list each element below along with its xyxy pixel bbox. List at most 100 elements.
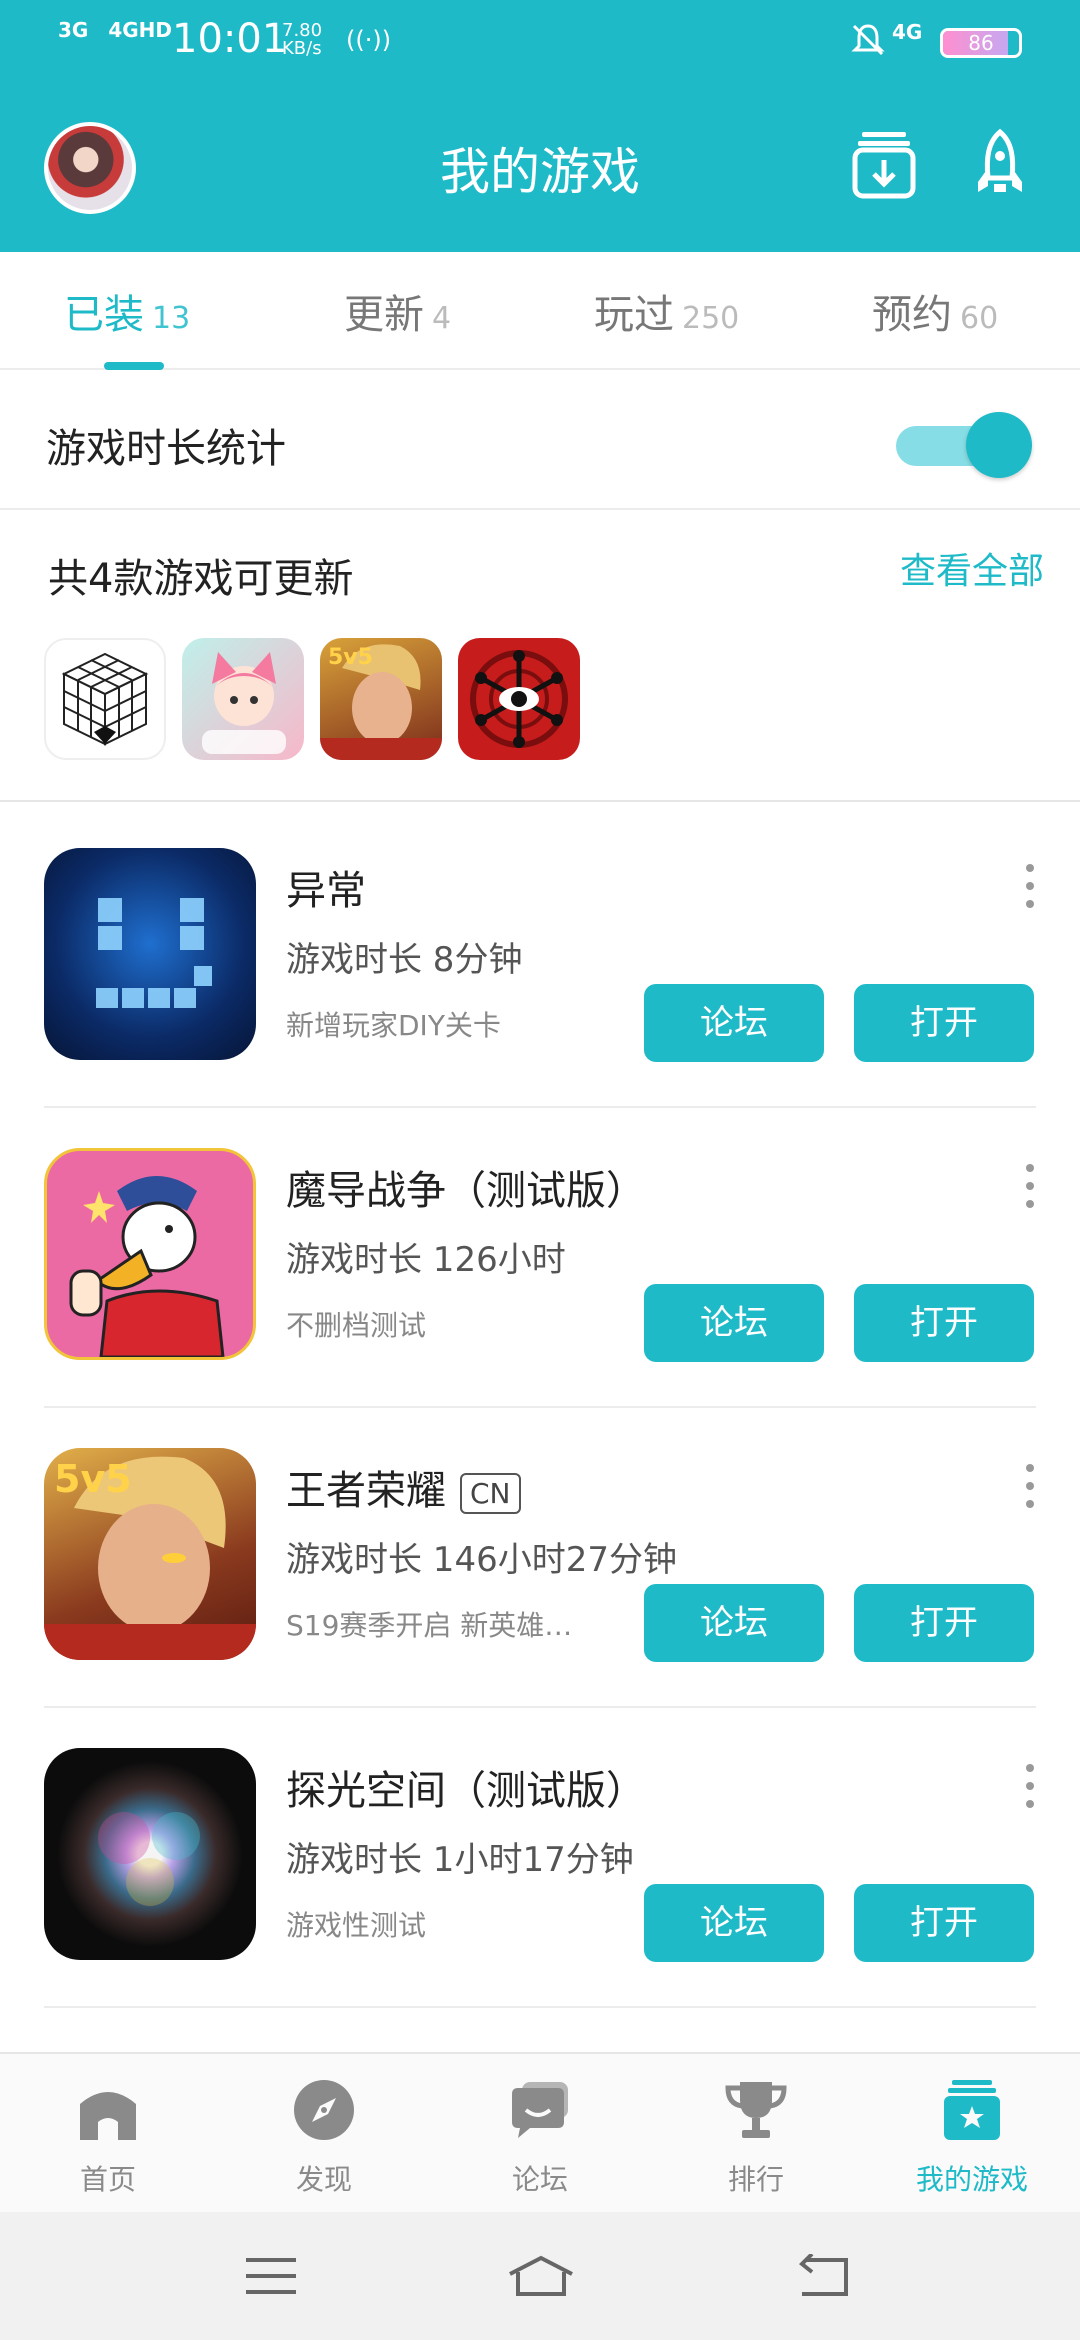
tab-reserved[interactable]: 预约 60 [872,282,998,340]
game-name: 王者荣耀 CN [286,1458,521,1516]
game-icon[interactable]: 5v5 [44,1448,256,1660]
pixel-face-icon [96,898,212,1008]
playtime-stats-toggle[interactable] [896,410,1034,478]
game-tabs: 已装 13 更新 4 玩过 250 预约 60 [0,252,1080,370]
svg-text:5v5: 5v5 [54,1457,132,1501]
nav-label: 首页 [79,2163,136,2196]
game-row[interactable]: 魔导战争（测试版） 游戏时长 126小时 不删档测试 论坛 打开 [0,1108,1080,1408]
update-game-icon-honor-of-kings[interactable]: 5v5 [320,638,442,760]
status-bar: 3G 4GHD 10:01 7.80 KB/s ((·)) 4G 86 [0,0,1080,84]
tab-installed[interactable]: 已装 13 [64,282,190,340]
open-button[interactable]: 打开 [854,1284,1034,1362]
forum-button[interactable]: 论坛 [644,1284,824,1362]
forum-button[interactable]: 论坛 [644,1584,824,1662]
battery-percent: 86 [968,31,994,55]
hero-portrait-icon: 5v5 [320,644,442,760]
clock: 10:01 [172,16,288,62]
tab-label: 更新 [344,292,424,338]
cat-girl-icon [202,652,286,754]
game-row[interactable]: 5v5 王者荣耀 CN 游戏时长 146小时27分钟 S19赛季开启 新英雄… 论… [0,1408,1080,1708]
forum-button[interactable]: 论坛 [644,984,824,1062]
nav-item-my-games[interactable]: 我的游戏 [902,2078,1042,2198]
row-divider [44,2006,1036,2008]
toggle-knob [966,412,1032,478]
tab-indicator [104,362,164,370]
nav-item-ranking[interactable]: 排行 [686,2078,826,2198]
update-game-icon-eye[interactable] [458,638,580,760]
menu-icon[interactable] [244,2254,298,2298]
game-playtime: 游戏时长 126小时 [286,1240,566,1280]
nav-item-home[interactable]: 首页 [38,2078,178,2198]
game-description: 游戏性测试 [286,1909,427,1942]
game-description: 新增玩家DIY关卡 [286,1009,501,1042]
mute-icon [851,24,885,56]
playtime-stats-label: 游戏时长统计 [46,426,286,472]
trophy-icon [725,2082,787,2138]
tab-count: 250 [682,301,740,336]
update-game-icon-cube[interactable] [44,638,166,760]
game-row[interactable]: 异常 游戏时长 8分钟 新增玩家DIY关卡 论坛 打开 [0,808,1080,1108]
app-header: 我的游戏 [0,84,1080,252]
tab-count: 60 [960,301,999,336]
nav-item-forum[interactable]: 论坛 [470,2078,610,2198]
hero-portrait-icon: 5v5 [44,1456,256,1660]
eye-icon [470,650,568,748]
game-row[interactable]: 探光空间（测试版） 游戏时长 1小时17分钟 游戏性测试 论坛 打开 [0,1708,1080,2008]
tab-label: 玩过 [594,292,674,338]
nav-label: 排行 [727,2163,784,2196]
signal-2-label: 4GHD [108,18,173,42]
nav-label: 论坛 [511,2163,568,2196]
page-title: 我的游戏 [440,143,640,201]
forum-button[interactable]: 论坛 [644,1884,824,1962]
home-icon [80,2092,136,2140]
open-button[interactable]: 打开 [854,1584,1034,1662]
tab-played[interactable]: 玩过 250 [594,282,739,340]
nav-label: 发现 [295,2163,352,2196]
tab-updates[interactable]: 更新 4 [344,282,451,340]
updates-title: 共4款游戏可更新 [48,556,354,602]
my-games-icon [944,2080,1000,2140]
svg-text:5v5: 5v5 [328,645,373,670]
nav-label: 我的游戏 [915,2163,1028,2196]
updates-section: 共4款游戏可更新 查看全部 5v5 [0,510,1080,802]
cube-icon [61,652,149,746]
update-game-icon-cat-girl[interactable] [182,638,304,760]
game-name: 异常 [286,858,366,916]
region-tag: CN [460,1472,521,1514]
nav-item-discover[interactable]: 发现 [254,2078,394,2198]
game-name-text: 王者荣耀 [286,1468,446,1514]
tab-count: 13 [152,301,191,336]
tab-label: 预约 [872,292,952,338]
game-icon[interactable] [44,1148,256,1360]
game-name-text: 魔导战争（测试版） [286,1168,646,1214]
rocket-icon[interactable] [972,128,1028,204]
system-navigation-bar [0,2212,1080,2340]
more-options-icon[interactable] [1020,862,1040,912]
game-playtime: 游戏时长 146小时27分钟 [286,1540,677,1580]
more-options-icon[interactable] [1020,1462,1040,1512]
network-type: 4G [892,20,923,44]
battery-icon: 86 [940,28,1022,58]
game-name-text: 异常 [286,868,366,914]
light-orb-icon [98,1812,200,1906]
compass-icon [294,2080,354,2140]
home-button-icon[interactable] [506,2254,576,2298]
game-description: 不删档测试 [286,1309,427,1342]
game-name: 魔导战争（测试版） [286,1158,646,1216]
game-icon[interactable] [44,1748,256,1960]
game-name-text: 探光空间（测试版） [286,1768,646,1814]
speed-unit: KB/s [282,38,322,59]
more-options-icon[interactable] [1020,1162,1040,1212]
game-playtime: 游戏时长 1小时17分钟 [286,1840,634,1880]
open-button[interactable]: 打开 [854,984,1034,1062]
more-options-icon[interactable] [1020,1762,1040,1812]
back-icon[interactable] [796,2254,850,2298]
download-manager-icon[interactable] [852,128,916,200]
see-all-link[interactable]: 查看全部 [900,542,1044,594]
tab-count: 4 [432,301,452,336]
game-icon[interactable] [44,848,256,1060]
bottom-navigation: 首页 发现 论坛 排行 我的游戏 [0,2052,1080,2212]
duck-icon [69,1176,225,1357]
open-button[interactable]: 打开 [854,1884,1034,1962]
playtime-stats-row: 游戏时长统计 [0,370,1080,510]
